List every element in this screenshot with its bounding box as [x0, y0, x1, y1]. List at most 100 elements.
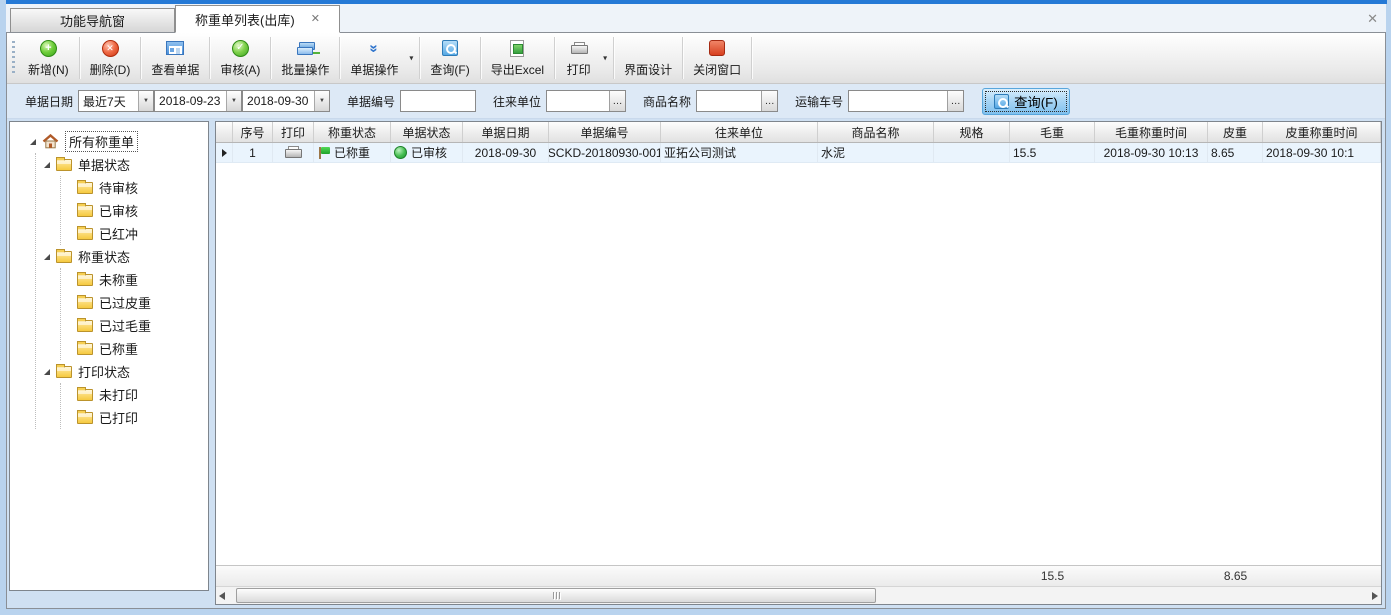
cell-10: 15.5 — [1010, 143, 1095, 162]
tab-function-navigator[interactable]: 功能导航窗 — [10, 8, 175, 32]
expand-arrow-icon[interactable] — [44, 254, 50, 260]
date-to-combo[interactable]: 2018-09-30 ▼ — [242, 90, 330, 112]
column-header-1[interactable]: 序号 — [233, 122, 273, 142]
column-header-2[interactable]: 打印 — [273, 122, 314, 142]
date-range-combo[interactable]: 最近7天 ▼ — [78, 90, 154, 112]
toolbar-separator — [751, 37, 752, 79]
toolbar-button-close-window[interactable]: 关闭窗口 — [684, 33, 750, 83]
column-header-4[interactable]: 单据状态 — [391, 122, 463, 142]
tree-item[interactable]: 已称重 — [77, 337, 208, 360]
toolbar-separator — [339, 37, 340, 79]
tree-group-children: 未打印已打印 — [60, 383, 208, 429]
toolbar-button-print[interactable]: 打印▾ — [556, 33, 612, 83]
expand-arrow-icon[interactable] — [44, 162, 50, 168]
toolbar-button-batch[interactable]: 批量操作 — [272, 33, 338, 83]
cell-8: 水泥 — [818, 143, 934, 162]
toolbar-grip-handle[interactable] — [12, 41, 15, 75]
toolbar-button-delete[interactable]: ✕删除(D) — [81, 33, 140, 83]
tree-item[interactable]: 未称重 — [77, 268, 208, 291]
dropdown-caret-icon[interactable]: ▾ — [409, 54, 413, 63]
column-header-5[interactable]: 单据日期 — [463, 122, 549, 142]
column-header-13[interactable]: 皮重称重时间 — [1263, 122, 1381, 142]
tree-group-1[interactable]: 称重状态 — [44, 245, 208, 268]
flag-icon — [317, 146, 330, 160]
cell-text: 已审核 — [411, 144, 447, 161]
tree-item[interactable]: 已过皮重 — [77, 291, 208, 314]
horizontal-scrollbar[interactable] — [216, 587, 1381, 604]
toolbar-separator — [140, 37, 141, 79]
tab-close-icon[interactable]: ✕ — [311, 14, 320, 25]
product-lookup-icon[interactable]: … — [761, 91, 777, 111]
summary-cell-13 — [1263, 566, 1381, 586]
toolbar-button-ui-design[interactable]: 界面设计 — [615, 33, 681, 83]
toolbar-button-search[interactable]: 查询(F) — [421, 33, 478, 83]
cell-6: XSCKD-20180930-0019 — [549, 143, 661, 162]
column-header-12[interactable]: 皮重 — [1208, 122, 1263, 142]
summary-cell-8 — [818, 566, 934, 586]
summary-cell-3 — [314, 566, 391, 586]
partner-lookup-icon[interactable]: … — [609, 91, 625, 111]
table-row[interactable]: 1已称重已审核2018-09-30XSCKD-20180930-0019亚拓公司… — [216, 143, 1381, 163]
toolbar-button-view-doc[interactable]: 查看单据 — [142, 33, 208, 83]
doc-no-input[interactable] — [401, 91, 475, 111]
partner-input[interactable] — [547, 91, 609, 111]
tree-item[interactable]: 待审核 — [77, 176, 208, 199]
toolbar-button-add[interactable]: +新增(N) — [19, 33, 78, 83]
toolbar-button-label: 删除(D) — [90, 61, 131, 78]
scroll-left-icon[interactable] — [219, 592, 225, 600]
summary-tare-value: 8.65 — [1224, 569, 1247, 583]
column-header-7[interactable]: 往来单位 — [661, 122, 818, 142]
tree-item[interactable]: 已过毛重 — [77, 314, 208, 337]
summary-cell-12: 8.65 — [1208, 566, 1263, 586]
tree-group-0[interactable]: 单据状态 — [44, 153, 208, 176]
chevron-down-icon[interactable]: ▼ — [226, 91, 241, 111]
column-header-11[interactable]: 毛重称重时间 — [1095, 122, 1208, 142]
column-header-10[interactable]: 毛重 — [1010, 122, 1095, 142]
tabbar-close-icon[interactable]: ✕ — [1367, 11, 1378, 27]
search-button[interactable]: 查询(F) — [982, 88, 1070, 115]
column-header-8[interactable]: 商品名称 — [818, 122, 934, 142]
truck-lookup-icon[interactable]: … — [947, 91, 963, 111]
tree-item-label: 已过毛重 — [99, 316, 151, 335]
expand-arrow-icon[interactable] — [44, 369, 50, 375]
tree-item[interactable]: 已红冲 — [77, 222, 208, 245]
doc-no-label: 单据编号 — [347, 93, 395, 110]
tree-item[interactable]: 已审核 — [77, 199, 208, 222]
column-header-3[interactable]: 称重状态 — [314, 122, 391, 142]
app-window: 功能导航窗 称重单列表(出库) ✕ ✕ +新增(N)✕删除(D)查看单据✓审核(… — [0, 0, 1391, 615]
date-from-combo[interactable]: 2018-09-23 ▼ — [154, 90, 242, 112]
toolbar-button-excel[interactable]: 导出Excel — [482, 33, 553, 83]
tab-weighing-list-outbound[interactable]: 称重单列表(出库) ✕ — [175, 5, 340, 33]
cell-3: 已称重 — [314, 143, 391, 162]
tree-root-label: 所有称重单 — [65, 131, 138, 152]
summary-cell-4 — [391, 566, 463, 586]
toolbar-button-doc-ops[interactable]: »单据操作▾ — [341, 33, 418, 83]
chevron-down-icon[interactable]: ▼ — [314, 91, 329, 111]
expand-arrow-icon[interactable] — [30, 139, 36, 145]
tree-root-all-weighing[interactable]: 所有称重单 — [20, 130, 208, 153]
tree-group-2[interactable]: 打印状态 — [44, 360, 208, 383]
print-icon — [569, 38, 589, 58]
ui-design-icon — [638, 38, 658, 58]
tree-item-label: 已打印 — [99, 408, 138, 427]
column-header-0[interactable] — [216, 122, 233, 142]
column-header-6[interactable]: 单据编号 — [549, 122, 661, 142]
add-icon: + — [38, 38, 58, 58]
scroll-right-icon[interactable] — [1372, 592, 1378, 600]
search-icon — [440, 38, 460, 58]
chevron-down-icon[interactable]: ▼ — [138, 91, 153, 111]
toolbar-button-audit[interactable]: ✓审核(A) — [211, 33, 269, 83]
dropdown-caret-icon[interactable]: ▾ — [603, 54, 607, 63]
product-input[interactable] — [697, 91, 761, 111]
tree-item-label: 已审核 — [99, 201, 138, 220]
cell-11: 2018-09-30 10:13 — [1095, 143, 1208, 162]
tree-item[interactable]: 已打印 — [77, 406, 208, 429]
cell-0 — [216, 143, 233, 162]
tree-item-label: 已过皮重 — [99, 293, 151, 312]
column-header-9[interactable]: 规格 — [934, 122, 1010, 142]
summary-row: 15.58.65 — [216, 565, 1381, 587]
tree-item-label: 待审核 — [99, 178, 138, 197]
truck-input[interactable] — [849, 91, 947, 111]
scrollbar-thumb[interactable] — [236, 588, 876, 603]
tree-item[interactable]: 未打印 — [77, 383, 208, 406]
